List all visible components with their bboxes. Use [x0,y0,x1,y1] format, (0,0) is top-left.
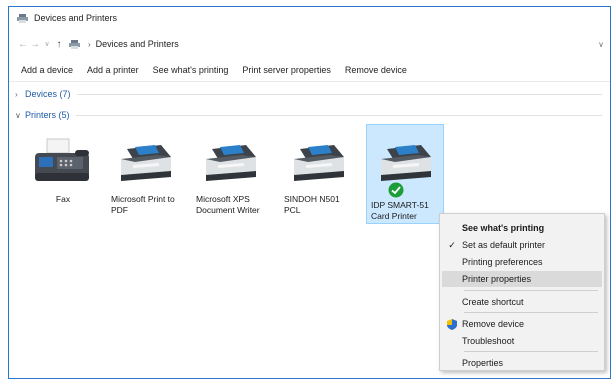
see-whats-printing-button[interactable]: See what's printing [153,63,229,77]
menu-item-properties[interactable]: Properties [442,355,602,371]
printer-icon [381,145,431,181]
menu-item-label: Create shortcut [462,297,524,307]
printer-icon [121,145,171,181]
forward-arrow-icon[interactable]: → [29,37,41,51]
remove-device-button[interactable]: Remove device [345,63,407,77]
window-title: Devices and Printers [34,13,118,23]
devices-group-label: Devices (7) [25,89,71,99]
command-bar: Add a device Add a printer See what's pr… [9,59,610,82]
checkmark-icon: ✓ [448,239,456,250]
printer-label: IDP SMART-51 Card Printer [371,200,429,221]
printer-app-icon [17,13,28,23]
printer-label: Microsoft Print to PDF [111,194,175,215]
devices-and-printers-window: Devices and Printers ← → ∨ ↑ › Devices a… [8,6,611,379]
menu-item-printing-preferences[interactable]: Printing preferences [442,254,602,270]
breadcrumb-separator-icon: › [88,39,91,49]
menu-item-remove-device[interactable]: Remove device [442,316,602,332]
add-device-button[interactable]: Add a device [21,63,73,77]
back-arrow-icon[interactable]: ← [17,37,29,51]
menu-item-printer-properties[interactable]: Printer properties [442,271,602,287]
menu-separator [464,351,598,352]
printer-item-sindoh[interactable]: SINDOH N501 PCL [280,129,358,225]
menu-item-label: Troubleshoot [462,336,515,346]
print-server-properties-button[interactable]: Print server properties [242,63,331,77]
menu-item-set-default-printer[interactable]: ✓ Set as default printer [442,237,602,253]
printer-location-icon [69,39,80,49]
chevron-down-icon: ∨ [15,110,21,120]
menu-item-see-whats-printing[interactable]: See what's printing [442,220,602,236]
chevron-right-icon: › [15,89,18,99]
printer-item-print-to-pdf[interactable]: Microsoft Print to PDF [107,129,185,225]
navigation-bar: ← → ∨ ↑ › Devices and Printers ∨ [9,35,610,53]
menu-item-label: Printer properties [462,274,532,284]
menu-item-label: Printing preferences [462,257,543,267]
menu-item-label: Properties [462,358,504,368]
menu-item-label: See what's printing [462,223,545,233]
printer-icon [294,145,344,181]
recent-dropdown-icon[interactable]: ∨ [41,37,53,51]
address-bar[interactable]: › Devices and Printers ∨ [69,36,610,52]
printer-item-idp-smart[interactable]: IDP SMART-51 Card Printer [366,124,444,224]
printer-label: Microsoft XPS Document Writer [196,194,260,215]
address-dropdown-icon[interactable]: ∨ [598,40,604,49]
menu-item-create-shortcut[interactable]: Create shortcut [442,294,602,310]
printers-group-label: Printers (5) [25,110,70,120]
menu-separator [464,312,598,313]
uac-shield-icon [447,318,457,330]
up-arrow-icon[interactable]: ↑ [53,37,65,51]
devices-group-header[interactable]: › Devices (7) [9,87,610,101]
menu-item-troubleshoot[interactable]: Troubleshoot [442,333,602,349]
group-divider [76,93,602,95]
fax-machine-icon [35,138,89,181]
add-printer-button[interactable]: Add a printer [87,63,139,77]
printer-label: Fax [55,194,71,204]
breadcrumb-devices-and-printers[interactable]: Devices and Printers [96,39,179,49]
printers-group-header[interactable]: ∨ Printers (5) [9,108,610,122]
menu-item-label: Set as default printer [462,240,546,250]
title-bar: Devices and Printers [9,7,610,29]
printer-item-xps-writer[interactable]: Microsoft XPS Document Writer [192,129,270,225]
printer-icon [206,145,256,181]
printer-context-menu: See what's printing ✓ Set as default prin… [439,213,605,371]
printer-item-fax[interactable]: Fax [23,129,101,225]
group-divider [75,114,602,116]
default-printer-check-icon [388,182,404,198]
menu-separator [464,290,598,291]
printer-label: SINDOH N501 PCL [284,194,340,215]
menu-item-label: Remove device [462,319,525,329]
